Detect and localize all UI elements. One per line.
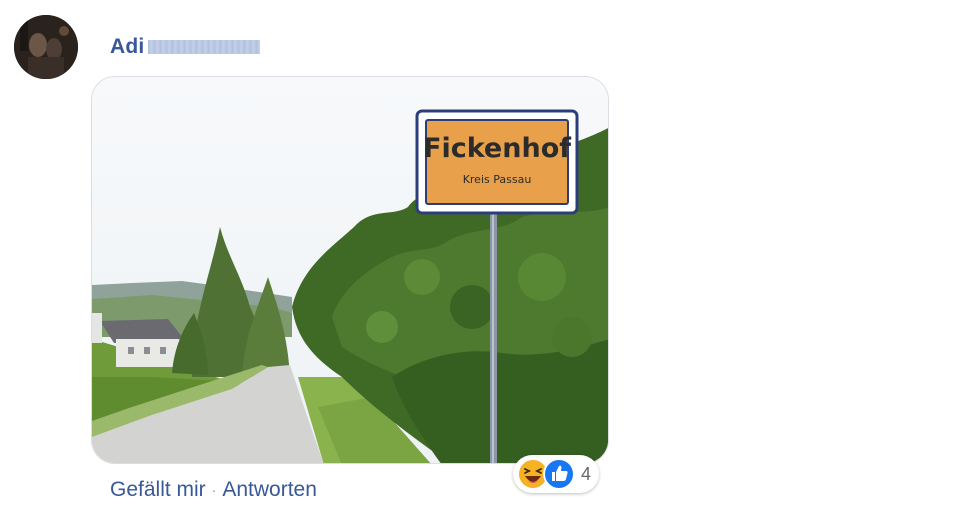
like-action-link[interactable]: Gefällt mir [110, 478, 206, 502]
comment-image[interactable]: Fickenhof Kreis Passau [91, 76, 609, 464]
comment-header: Adi [110, 33, 261, 61]
sign-title: Fickenhof [423, 133, 571, 164]
like-icon [543, 458, 575, 490]
author-avatar[interactable] [14, 15, 78, 79]
town-sign-photo: Fickenhof Kreis Passau [92, 77, 608, 463]
reply-action-link[interactable]: Antworten [222, 478, 317, 502]
redacted-surname [148, 40, 261, 54]
reactions-summary[interactable]: 4 [513, 455, 600, 493]
action-separator: · [211, 482, 217, 498]
author-name-link[interactable]: Adi [110, 35, 144, 59]
avatar-photo [14, 15, 78, 79]
reaction-count: 4 [581, 463, 592, 484]
comment-actions: Gefällt mir · Antworten [110, 478, 317, 502]
sign-subtitle: Kreis Passau [463, 173, 532, 186]
